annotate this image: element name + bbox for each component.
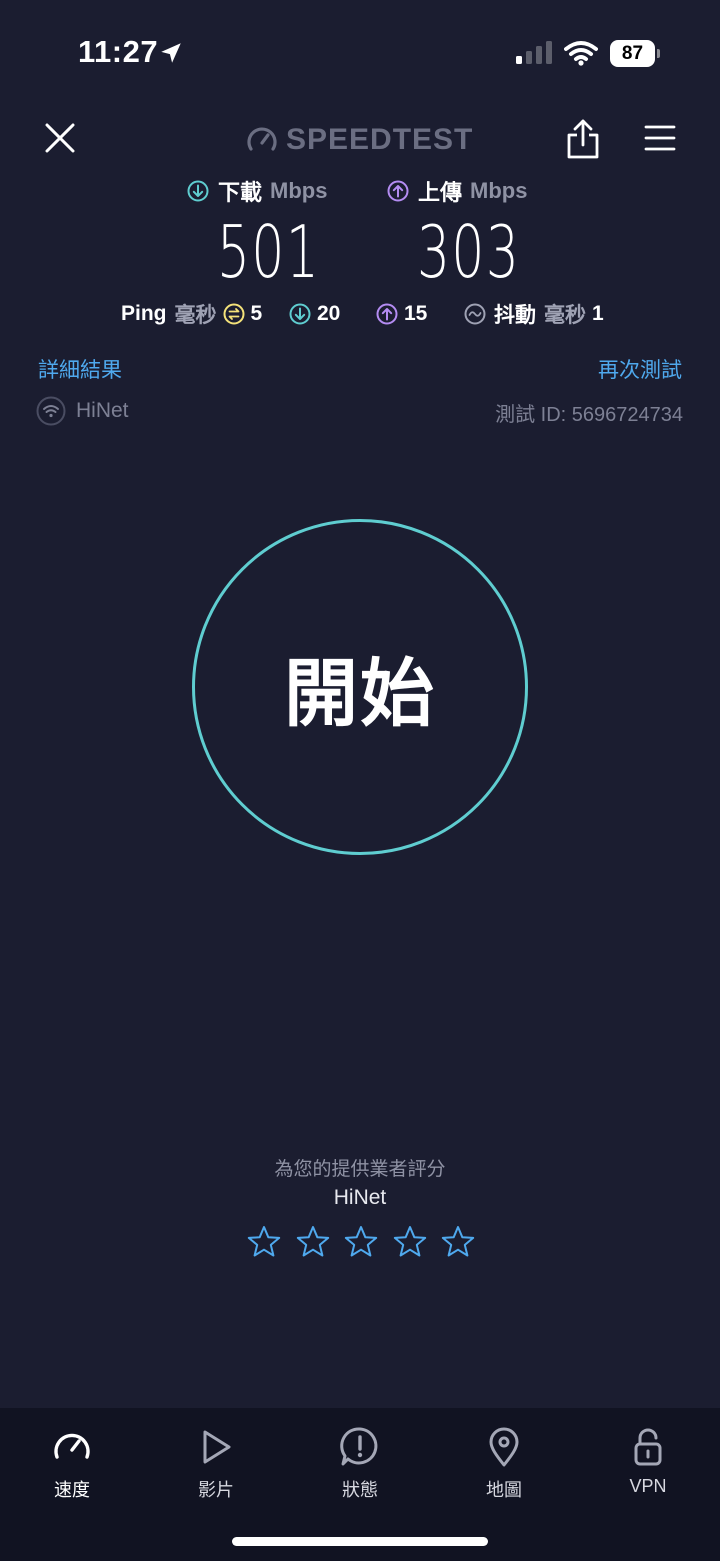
- unlock-icon: [634, 1428, 662, 1466]
- jitter-group: 抖動 毫秒 1: [464, 298, 604, 330]
- location-arrow-icon: [161, 43, 181, 63]
- star-icon-5[interactable]: [440, 1224, 476, 1260]
- ping-row: Ping 毫秒 5: [121, 298, 262, 330]
- jitter-wave-icon: [464, 303, 486, 325]
- download-label: 下載: [218, 180, 263, 205]
- download-speed-value: 501: [217, 210, 321, 294]
- tab-video[interactable]: 影片: [166, 1426, 266, 1502]
- tab-map-label: 地圖: [486, 1480, 522, 1500]
- rating-stars: [246, 1224, 476, 1264]
- idle-latency-icon: [223, 303, 244, 325]
- home-indicator[interactable]: [232, 1537, 488, 1546]
- tab-status[interactable]: 狀態: [310, 1426, 410, 1502]
- ping-upload-group: 15: [376, 298, 427, 330]
- upload-label: 上傳: [418, 180, 463, 205]
- battery-indicator: 87: [610, 40, 660, 67]
- alert-icon: [340, 1427, 378, 1466]
- upload-arrow-icon: [387, 180, 409, 202]
- upload-unit: Mbps: [470, 178, 528, 203]
- speedometer-icon: [54, 1433, 90, 1459]
- wifi-provider-icon: [36, 396, 66, 426]
- ping-download-icon: [289, 303, 311, 325]
- provider-row: HiNet: [36, 396, 129, 426]
- ping-idle-value: 5: [250, 302, 263, 325]
- cellular-signal-icon: [516, 41, 552, 64]
- details-link[interactable]: 詳細結果: [38, 354, 122, 384]
- ping-unit: 毫秒: [174, 304, 217, 327]
- star-icon-4[interactable]: [392, 1224, 428, 1260]
- rating-isp-name: HiNet: [333, 1186, 387, 1209]
- battery-tip: [657, 49, 660, 58]
- share-icon[interactable]: [565, 118, 601, 160]
- start-button-label: 開始: [284, 651, 436, 735]
- wifi-icon: [564, 41, 598, 66]
- ping-upload-value: 15: [404, 302, 428, 325]
- test-id: 測試 ID: 5696724734: [495, 404, 683, 426]
- jitter-unit: 毫秒: [544, 304, 586, 327]
- status-time: 11:27: [78, 34, 159, 69]
- tab-map[interactable]: 地圖: [454, 1426, 554, 1502]
- start-test-button[interactable]: 開始: [192, 519, 528, 855]
- provider-name: HiNet: [76, 399, 129, 422]
- tab-video-label: 影片: [198, 1480, 234, 1500]
- jitter-label: 抖動: [494, 304, 536, 327]
- star-icon-2[interactable]: [295, 1224, 331, 1260]
- rating-title: 為您的提供業者評分: [274, 1159, 446, 1180]
- download-unit: Mbps: [270, 178, 328, 203]
- jitter-value: 1: [592, 302, 604, 325]
- tab-status-label: 狀態: [342, 1480, 378, 1500]
- ping-upload-icon: [376, 303, 398, 325]
- star-icon-3[interactable]: [343, 1224, 379, 1260]
- speedtest-logo: SPEEDTEST: [246, 122, 476, 158]
- battery-level: 87: [610, 40, 655, 67]
- hamburger-menu-icon[interactable]: [644, 122, 676, 154]
- close-icon[interactable]: [40, 118, 80, 158]
- upload-speed-value: 303: [417, 210, 521, 294]
- map-pin-icon: [489, 1427, 519, 1467]
- upload-label-row: 上傳 Mbps: [387, 176, 527, 206]
- tab-speed-label: 速度: [54, 1480, 90, 1500]
- download-arrow-icon: [187, 180, 209, 202]
- play-icon: [203, 1430, 231, 1464]
- tab-speed[interactable]: 速度: [22, 1426, 122, 1502]
- tab-vpn[interactable]: VPN: [598, 1426, 698, 1497]
- star-icon-1[interactable]: [246, 1224, 282, 1260]
- tab-vpn-label: VPN: [629, 1476, 667, 1496]
- speedometer-logo-icon: [247, 127, 277, 151]
- ping-download-group: 20: [289, 298, 340, 330]
- ping-download-value: 20: [317, 302, 341, 325]
- logo-text: SPEEDTEST: [286, 123, 474, 156]
- ping-label: Ping: [121, 302, 167, 325]
- download-label-row: 下載 Mbps: [187, 176, 327, 206]
- retest-link[interactable]: 再次測試: [598, 354, 682, 384]
